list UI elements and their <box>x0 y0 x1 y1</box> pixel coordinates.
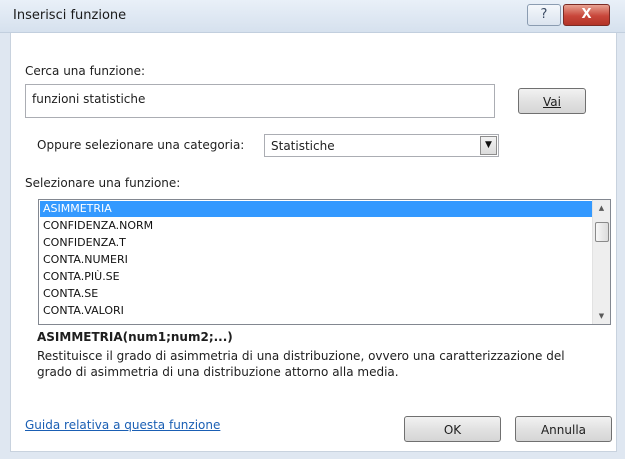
function-syntax: ASIMMETRIA(num1;num2;...) <box>37 330 233 344</box>
list-scrollbar[interactable]: ▲ ▼ <box>592 200 610 324</box>
list-item[interactable]: ASIMMETRIA <box>40 201 594 217</box>
search-input[interactable]: funzioni statistiche <box>25 84 495 118</box>
category-label: Oppure selezionare una categoria: <box>37 138 245 152</box>
close-icon: X <box>581 7 592 22</box>
go-button[interactable]: Vai <box>518 88 586 114</box>
function-list[interactable]: ASIMMETRIA CONFIDENZA.NORM CONFIDENZA.T … <box>38 199 611 325</box>
help-icon: ? <box>540 7 548 22</box>
category-select[interactable]: Statistiche ▼ <box>264 134 499 157</box>
search-label: Cerca una funzione: <box>25 64 146 78</box>
list-item[interactable]: CONTA.VALORI <box>40 303 594 319</box>
function-list-label: Selezionare una funzione: <box>25 176 181 190</box>
window-title: Inserisci funzione <box>13 8 127 23</box>
help-link[interactable]: Guida relativa a questa funzione <box>25 418 220 432</box>
go-button-label: Vai <box>543 95 561 109</box>
cancel-button-label: Annulla <box>540 423 587 437</box>
arrow-down-icon[interactable]: ▼ <box>593 308 610 324</box>
close-button[interactable]: X <box>563 4 610 26</box>
list-item[interactable]: CONTA.SE <box>40 286 594 302</box>
scrollbar-thumb[interactable] <box>595 222 609 242</box>
category-select-value: Statistiche <box>271 139 335 153</box>
ok-button[interactable]: OK <box>404 416 501 442</box>
list-item[interactable]: CONTA.NUMERI <box>40 252 594 268</box>
list-item[interactable]: CONFIDENZA.T <box>40 235 594 251</box>
cancel-button[interactable]: Annulla <box>515 416 612 442</box>
chevron-down-icon[interactable]: ▼ <box>480 136 497 155</box>
ok-button-label: OK <box>443 423 462 437</box>
title-bar: Inserisci funzione ? X <box>0 0 625 33</box>
list-item[interactable]: CONTA.PIÙ.SE <box>40 269 594 285</box>
function-description: Restituisce il grado di asimmetria di un… <box>37 349 565 379</box>
arrow-up-icon[interactable]: ▲ <box>593 200 610 216</box>
help-button[interactable]: ? <box>527 4 561 26</box>
list-item[interactable]: CONFIDENZA.NORM <box>40 218 594 234</box>
search-input-value: funzioni statistiche <box>32 92 146 106</box>
